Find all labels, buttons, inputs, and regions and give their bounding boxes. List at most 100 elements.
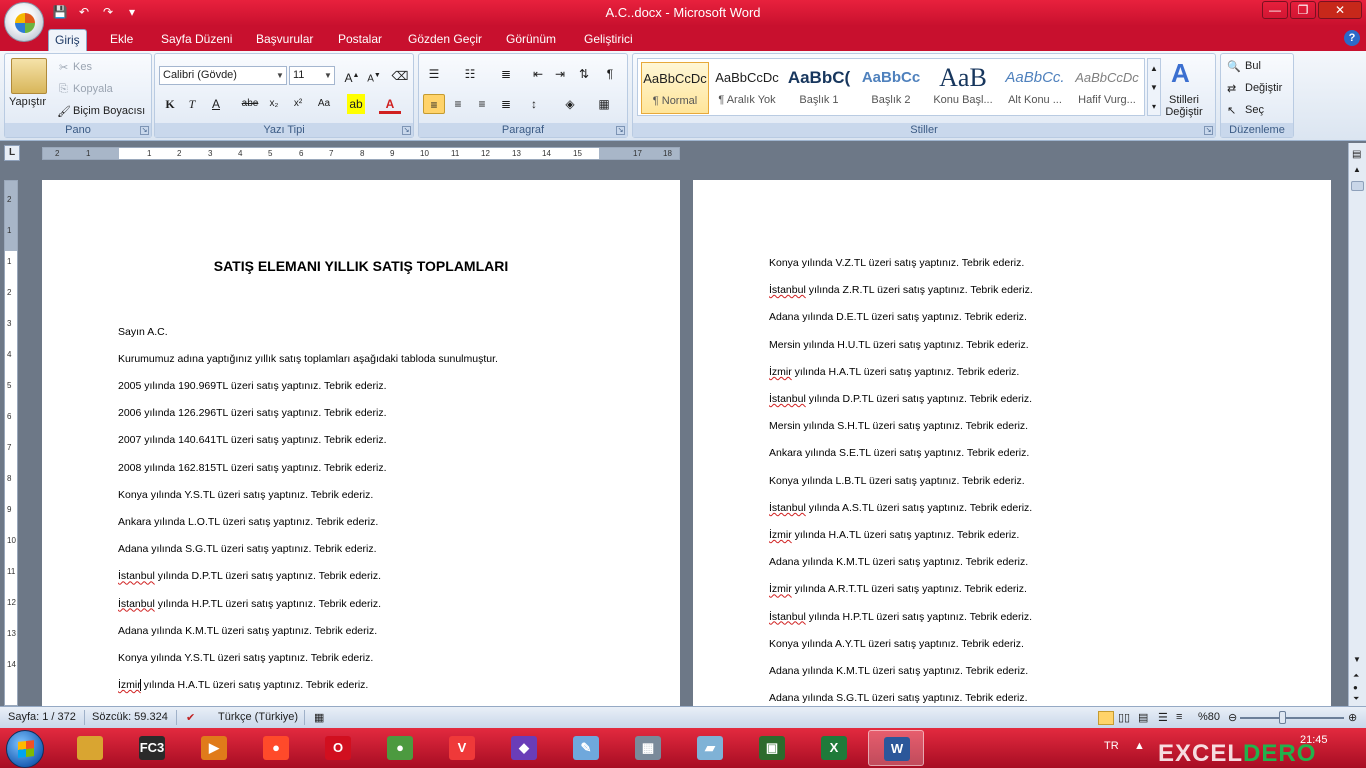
- select-icon[interactable]: ↖: [1227, 104, 1236, 117]
- font-name-combo[interactable]: Calibri (Gövde) ▼: [159, 66, 287, 85]
- misspelled-word[interactable]: İstanbul: [769, 284, 806, 296]
- zoom-in-icon[interactable]: ⊕: [1348, 711, 1357, 724]
- document-page-2[interactable]: Konya yılında V.Z.TL üzeri satış yaptını…: [693, 180, 1331, 706]
- superscript-button[interactable]: x²: [287, 94, 309, 114]
- tab-basvurular[interactable]: Başvurular: [250, 29, 319, 51]
- tab-gorunum[interactable]: Görünüm: [500, 29, 562, 51]
- line-spacing-icon[interactable]: ↕: [523, 94, 545, 114]
- style-title[interactable]: AaB Konu Başl...: [929, 62, 997, 114]
- misspelled-word[interactable]: İzmir: [769, 583, 792, 595]
- tab-gozden-gecir[interactable]: Gözden Geçir: [402, 29, 488, 51]
- scroll-thumb[interactable]: [1351, 181, 1364, 191]
- shrink-font-icon[interactable]: A▼: [363, 66, 385, 86]
- help-icon[interactable]: ?: [1344, 30, 1360, 46]
- show-formatting-button[interactable]: ¶: [599, 64, 621, 84]
- style-heading-1[interactable]: AaBbC( Başlık 1: [785, 62, 853, 114]
- word-count[interactable]: Sözcük: 59.324: [92, 711, 168, 723]
- taskbar-app[interactable]: ✎: [558, 730, 614, 766]
- justify-icon[interactable]: ≣: [495, 94, 517, 114]
- subscript-button[interactable]: x₂: [263, 94, 285, 114]
- zoom-slider-thumb[interactable]: [1279, 711, 1286, 724]
- font-launcher-icon[interactable]: ↘: [402, 126, 411, 135]
- page-count[interactable]: Sayfa: 1 / 372: [8, 711, 76, 723]
- print-layout-icon[interactable]: [1098, 711, 1114, 725]
- clear-formatting-icon[interactable]: ⌫: [389, 66, 411, 86]
- vertical-ruler[interactable]: 2 1 1 2 3 4 5 6 7 8 9 10 11 12 13 14: [4, 180, 18, 706]
- next-page-icon[interactable]: ⏷: [1353, 694, 1359, 704]
- misspelled-word[interactable]: İstanbul: [769, 393, 806, 405]
- horizontal-ruler[interactable]: 2 1 1 2 3 4 5 6 7 8 9 10 11 12 13 14 15 17 18: [42, 147, 680, 160]
- document-page-1[interactable]: SATIŞ ELEMANI YILLIK SATIŞ TOPLAMLARI Sa…: [42, 180, 680, 706]
- ruler-toggle-icon[interactable]: ▤: [1352, 149, 1361, 160]
- start-button[interactable]: [6, 730, 44, 768]
- tab-ekle[interactable]: Ekle: [104, 29, 139, 51]
- maximize-button[interactable]: ❐: [1290, 1, 1316, 19]
- taskbar-app[interactable]: W: [868, 730, 924, 766]
- shading-icon[interactable]: ◈: [559, 94, 581, 114]
- numbering-icon[interactable]: ☷: [459, 64, 481, 84]
- taskbar-app[interactable]: ●: [248, 730, 304, 766]
- strikethrough-button[interactable]: abe: [239, 94, 261, 114]
- style-subtle-emphasis[interactable]: AaBbCcDc Hafif Vurg...: [1073, 62, 1141, 114]
- tray-expand-icon[interactable]: ▲: [1134, 740, 1145, 752]
- taskbar-app[interactable]: ▶: [186, 730, 242, 766]
- vertical-scrollbar[interactable]: ▤ ▲ ▼ ⏶ ● ⏷: [1348, 143, 1366, 706]
- clipboard-launcher-icon[interactable]: ↘: [140, 126, 149, 135]
- zoom-level[interactable]: %80: [1198, 711, 1220, 723]
- replace-icon[interactable]: ⇄: [1227, 82, 1236, 95]
- highlight-icon[interactable]: ab: [347, 94, 365, 114]
- input-language[interactable]: TR: [1104, 740, 1119, 752]
- office-button[interactable]: [4, 2, 44, 42]
- change-styles-icon[interactable]: A: [1171, 58, 1190, 89]
- taskbar-app[interactable]: ●: [372, 730, 428, 766]
- taskbar-app[interactable]: X: [806, 730, 862, 766]
- taskbar-app[interactable]: [62, 730, 118, 766]
- copy-button[interactable]: Kopyala: [73, 83, 113, 95]
- increase-indent-icon[interactable]: ⇥: [549, 64, 571, 84]
- misspelled-word[interactable]: İstanbul: [769, 611, 806, 623]
- paragraph-launcher-icon[interactable]: ↘: [616, 126, 625, 135]
- tab-selector-icon[interactable]: L: [4, 145, 20, 161]
- taskbar-app[interactable]: V: [434, 730, 490, 766]
- style-normal[interactable]: AaBbCcDc ¶ Normal: [641, 62, 709, 114]
- style-no-spacing[interactable]: AaBbCcDc ¶ Aralık Yok: [713, 62, 781, 114]
- language-indicator[interactable]: Türkçe (Türkiye): [218, 711, 298, 723]
- zoom-slider[interactable]: [1240, 717, 1344, 719]
- draft-icon[interactable]: ≡: [1176, 711, 1182, 723]
- misspelled-word[interactable]: İstanbul: [118, 598, 155, 610]
- align-center-icon[interactable]: ≡: [447, 94, 469, 114]
- format-painter-button[interactable]: Biçim Boyacısı: [73, 105, 145, 117]
- misspelled-word[interactable]: İzmir: [118, 679, 141, 691]
- font-size-combo[interactable]: 11 ▼: [289, 66, 335, 85]
- paste-icon[interactable]: [11, 58, 47, 94]
- copy-icon[interactable]: ⎘: [59, 83, 68, 96]
- font-color-icon[interactable]: A: [379, 94, 401, 114]
- bold-button[interactable]: K: [159, 94, 181, 114]
- misspelled-word[interactable]: İstanbul: [769, 502, 806, 514]
- align-left-icon[interactable]: ≡: [423, 94, 445, 114]
- taskbar-app[interactable]: ◆: [496, 730, 552, 766]
- change-styles-button[interactable]: Stilleri Değiştir: [1159, 94, 1209, 118]
- taskbar-app[interactable]: ▦: [620, 730, 676, 766]
- scroll-up-icon[interactable]: ▲: [1353, 165, 1361, 174]
- misspelled-word[interactable]: İzmir: [769, 366, 792, 378]
- taskbar-app[interactable]: ▰: [682, 730, 738, 766]
- bullets-icon[interactable]: ☰: [423, 64, 445, 84]
- tab-giris[interactable]: Giriş: [48, 29, 87, 51]
- sort-icon[interactable]: ⇅: [573, 64, 595, 84]
- cut-button[interactable]: Kes: [73, 61, 92, 73]
- multilevel-list-icon[interactable]: ≣: [495, 64, 517, 84]
- previous-page-icon[interactable]: ⏶: [1353, 671, 1359, 681]
- web-layout-icon[interactable]: ▤: [1138, 711, 1148, 724]
- borders-icon[interactable]: ▦: [593, 94, 615, 114]
- styles-launcher-icon[interactable]: ↘: [1204, 126, 1213, 135]
- misspelled-word[interactable]: İstanbul: [118, 570, 155, 582]
- cut-icon[interactable]: ✂: [59, 61, 68, 74]
- misspelled-word[interactable]: İzmir: [769, 529, 792, 541]
- browse-object-icon[interactable]: ●: [1353, 683, 1358, 692]
- outline-icon[interactable]: ☰: [1158, 711, 1168, 724]
- tab-postalar[interactable]: Postalar: [332, 29, 388, 51]
- select-button[interactable]: Seç: [1245, 104, 1264, 116]
- minimize-button[interactable]: —: [1262, 1, 1288, 19]
- taskbar-app[interactable]: ▣: [744, 730, 800, 766]
